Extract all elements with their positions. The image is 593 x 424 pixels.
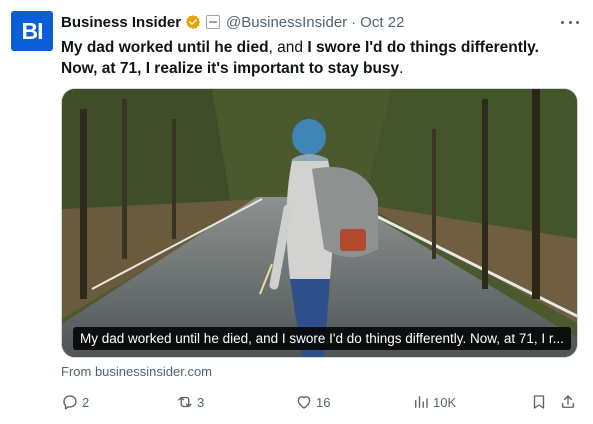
- bookmark-button[interactable]: [530, 391, 548, 413]
- views-button[interactable]: 10K: [412, 391, 456, 413]
- separator-dot: ·: [351, 13, 357, 31]
- reply-icon: [63, 395, 77, 410]
- like-count: 16: [316, 394, 331, 410]
- affiliate-icon[interactable]: [206, 15, 221, 29]
- tweet[interactable]: BI Business Insider @BusinessInsider · O…: [0, 0, 593, 424]
- share-button[interactable]: [559, 391, 577, 413]
- action-bar: 2 3 16 10K: [61, 391, 581, 413]
- tweet-text-part: , and: [268, 39, 308, 56]
- tweet-text-part: .: [399, 60, 404, 77]
- reply-count: 2: [82, 394, 90, 410]
- tweet-header: Business Insider @BusinessInsider · Oct …: [61, 12, 404, 32]
- more-icon[interactable]: [561, 12, 579, 32]
- media-caption: My dad worked until he died, and I swore…: [73, 327, 571, 350]
- like-icon: [297, 396, 311, 409]
- repost-button[interactable]: 3: [176, 391, 204, 413]
- tweet-text-part: My dad worked until he died: [61, 39, 269, 56]
- reply-button[interactable]: 2: [61, 391, 89, 413]
- avatar[interactable]: BI: [11, 11, 53, 51]
- forest-road-photo: [62, 89, 577, 357]
- tweet-date[interactable]: Oct 22: [360, 14, 404, 31]
- share-icon: [562, 395, 574, 408]
- link-source[interactable]: From businessinsider.com: [61, 364, 212, 379]
- tweet-media-image[interactable]: My dad worked until he died, and I swore…: [61, 88, 578, 358]
- like-button[interactable]: 16: [295, 391, 330, 413]
- views-icon: [415, 396, 428, 408]
- verified-badge-icon[interactable]: [185, 14, 201, 30]
- author-name[interactable]: Business Insider: [61, 14, 181, 31]
- tweet-text-part: I swore I'd do things differently: [307, 39, 535, 56]
- repost-count: 3: [197, 394, 205, 410]
- views-count: 10K: [433, 394, 457, 410]
- avatar-logo-text: BI: [21, 17, 44, 44]
- author-handle[interactable]: @BusinessInsider: [226, 14, 347, 31]
- bookmark-icon: [533, 395, 545, 409]
- tweet-text: My dad worked until he died, and I swore…: [61, 37, 579, 79]
- repost-icon: [178, 396, 192, 408]
